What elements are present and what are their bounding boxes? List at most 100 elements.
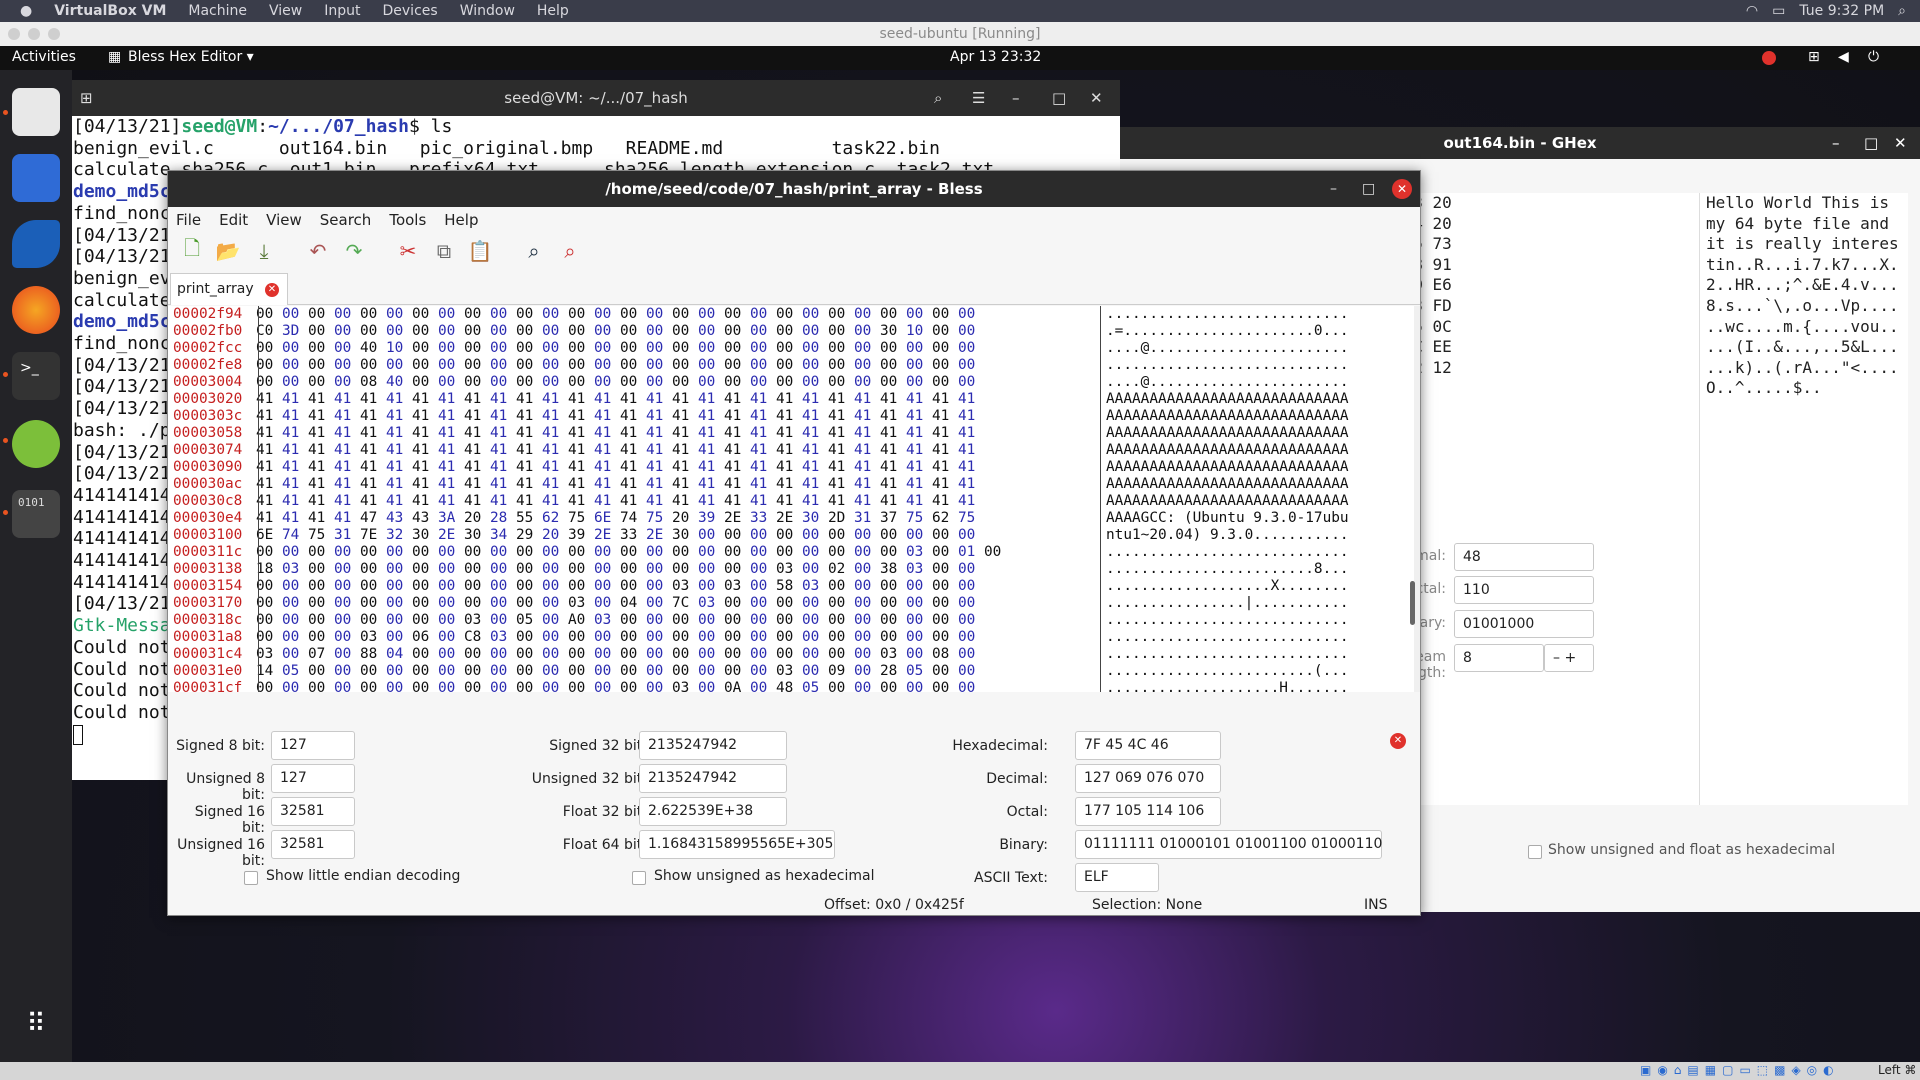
screenshot-icon[interactable]	[12, 154, 60, 202]
row-ascii[interactable]: AAAAAAAAAAAAAAAAAAAAAAAAAAAA	[1106, 442, 1349, 459]
bless-scrollbar[interactable]	[1414, 306, 1420, 692]
ghex-close-icon[interactable]: ✕	[1894, 127, 1907, 159]
row-ascii[interactable]: ........................(...	[1106, 663, 1349, 680]
row-ascii[interactable]: AAAAAAAAAAAAAAAAAAAAAAAAAAAA	[1106, 476, 1349, 493]
find-replace-icon[interactable]: ⌕	[556, 237, 584, 265]
volume-icon[interactable]: ◀	[1838, 49, 1849, 65]
row-ascii[interactable]: ............................	[1106, 629, 1349, 646]
row-ascii[interactable]: AAAAGCC: (Ubuntu 9.3.0-17ubu	[1106, 510, 1349, 527]
close-icon[interactable]: ✕	[1090, 80, 1103, 116]
close-traffic-light[interactable]	[8, 28, 20, 40]
ghex-ascii-view[interactable]: Hello World This is my 64 byte file and it…	[1699, 193, 1908, 805]
alert-icon[interactable]	[1762, 51, 1776, 65]
ghex-right-value[interactable]: 01001000	[1454, 610, 1594, 638]
ghex-ascii-line[interactable]: ..wc....m.{....vou..	[1706, 317, 1908, 338]
ghex-ascii-line[interactable]: ...(I..&...,..5&L...	[1706, 337, 1908, 358]
menu-help[interactable]: Help	[537, 3, 569, 19]
minimize-traffic-light[interactable]	[28, 28, 40, 40]
ghex-ascii-line[interactable]: ...k)..(.rA..."<....	[1706, 358, 1908, 379]
row-hex-bytes[interactable]: 00 00 00 00 00 00 00 00 00 00 00 00 00 0…	[256, 357, 975, 374]
row-hex-bytes[interactable]: 41 41 41 41 41 41 41 41 41 41 41 41 41 4…	[256, 391, 975, 408]
ghex-ascii-line[interactable]: my 64 byte file and	[1706, 214, 1908, 235]
menu-devices[interactable]: Devices	[383, 3, 438, 19]
row-ascii[interactable]: AAAAAAAAAAAAAAAAAAAAAAAAAAAA	[1106, 425, 1349, 442]
save-file-icon[interactable]: ⤓	[250, 237, 278, 265]
decimal-field[interactable]: 127 069 076 070	[1075, 764, 1221, 793]
row-ascii[interactable]: ....@.......................	[1106, 374, 1349, 391]
wifi-icon[interactable]: ◠	[1746, 3, 1758, 19]
ghex-maximize-icon[interactable]: □	[1864, 127, 1878, 159]
unsigned-16-field[interactable]: 32581	[271, 830, 355, 859]
menu-view[interactable]: View	[269, 3, 302, 19]
bless-scrollbar-thumb[interactable]	[1410, 581, 1415, 625]
files-icon[interactable]	[12, 88, 60, 136]
row-hex-bytes[interactable]: 14 05 00 00 00 00 00 00 00 00 00 00 00 0…	[256, 663, 975, 680]
ghex-right-value[interactable]: 110	[1454, 576, 1594, 604]
bless-minimize-icon[interactable]: –	[1330, 171, 1337, 207]
row-ascii[interactable]: ................|...........	[1106, 595, 1349, 612]
battery-icon[interactable]: ▭	[1772, 3, 1785, 19]
ghex-minimize-icon[interactable]: –	[1832, 127, 1840, 159]
row-hex-bytes[interactable]: 00 00 00 00 00 00 00 00 03 00 05 00 A0 0…	[256, 612, 975, 629]
app-name[interactable]: VirtualBox VM	[54, 3, 166, 19]
menu-file[interactable]: File	[176, 211, 201, 229]
zoom-traffic-light[interactable]	[48, 28, 60, 40]
firefox-icon[interactable]	[12, 286, 60, 334]
little-endian-checkbox[interactable]	[244, 871, 258, 885]
row-ascii[interactable]: ....................H.......	[1106, 680, 1349, 692]
row-ascii[interactable]: ............................	[1106, 646, 1349, 663]
paste-icon[interactable]: 📋	[466, 237, 494, 265]
ghex-hex-checkbox[interactable]	[1528, 845, 1542, 859]
bless-close-icon[interactable]: ✕	[1392, 179, 1412, 199]
terminal-icon[interactable]: >_	[12, 352, 60, 400]
ghex-ascii-line[interactable]: Hello World This is	[1706, 193, 1908, 214]
ghex-right-value[interactable]: 48	[1454, 543, 1594, 571]
spotlight-icon[interactable]: ⌕	[1898, 3, 1906, 19]
open-file-icon[interactable]: 📂	[214, 237, 242, 265]
row-hex-bytes[interactable]: 41 41 41 41 47 43 43 3A 20 28 55 62 75 6…	[256, 510, 975, 527]
gnome-icon[interactable]	[12, 420, 60, 468]
row-hex-bytes[interactable]: 00 00 00 00 00 00 00 00 00 00 00 00 00 0…	[256, 306, 975, 323]
menu-window[interactable]: Window	[460, 3, 515, 19]
close-panel-icon[interactable]: ✕	[1390, 733, 1406, 749]
ghex-ascii-line[interactable]: tin..R...i.7.k7...X.	[1706, 255, 1908, 276]
hexadecimal-field[interactable]: 7F 45 4C 46	[1075, 731, 1221, 760]
row-ascii[interactable]: AAAAAAAAAAAAAAAAAAAAAAAAAAAA	[1106, 493, 1349, 510]
copy-icon[interactable]: ⧉	[430, 237, 458, 265]
hex-editor-icon[interactable]: 0101	[12, 490, 60, 538]
row-hex-bytes[interactable]: 41 41 41 41 41 41 41 41 41 41 41 41 41 4…	[256, 408, 975, 425]
menu-input[interactable]: Input	[324, 3, 360, 19]
row-hex-bytes[interactable]: 41 41 41 41 41 41 41 41 41 41 41 41 41 4…	[256, 493, 975, 510]
apple-icon[interactable]: ●	[20, 3, 32, 19]
row-hex-bytes[interactable]: 00 00 00 00 08 40 00 00 00 00 00 00 00 0…	[256, 374, 975, 391]
binary-field[interactable]: 01111111 01000101 01001100 01000110	[1075, 830, 1382, 859]
cut-icon[interactable]: ✂	[394, 237, 422, 265]
row-ascii[interactable]: ............................	[1106, 612, 1349, 629]
menu-view[interactable]: View	[266, 211, 302, 229]
stream-length-stepper[interactable]: – +	[1544, 644, 1594, 672]
row-hex-bytes[interactable]: 00 00 00 00 00 00 00 00 00 00 00 00 00 0…	[256, 578, 975, 595]
float-32-field[interactable]: 2.622539E+38	[639, 797, 787, 826]
wireshark-icon[interactable]	[12, 220, 60, 268]
row-ascii[interactable]: ............................	[1106, 306, 1349, 323]
search-icon[interactable]: ⌕	[934, 80, 942, 116]
row-hex-bytes[interactable]: 41 41 41 41 41 41 41 41 41 41 41 41 41 4…	[256, 459, 975, 476]
mac-clock[interactable]: Tue 9:32 PM	[1799, 3, 1884, 19]
row-hex-bytes[interactable]: C0 3D 00 00 00 00 00 00 00 00 00 00 00 0…	[256, 323, 975, 340]
row-ascii[interactable]: .=......................0...	[1106, 323, 1349, 340]
menu-icon[interactable]: ☰	[972, 80, 985, 116]
float-64-field[interactable]: 1.16843158995565E+305	[639, 830, 835, 859]
menu-help[interactable]: Help	[444, 211, 478, 229]
row-hex-bytes[interactable]: 41 41 41 41 41 41 41 41 41 41 41 41 41 4…	[256, 425, 975, 442]
gnome-clock[interactable]: Apr 13 23:32	[950, 49, 1041, 65]
octal-field[interactable]: 177 105 114 106	[1075, 797, 1221, 826]
row-hex-bytes[interactable]: 00 00 00 00 00 00 00 00 00 00 00 00 00 0…	[256, 680, 975, 692]
row-hex-bytes[interactable]: 00 00 00 00 40 10 00 00 00 00 00 00 00 0…	[256, 340, 975, 357]
menu-edit[interactable]: Edit	[219, 211, 248, 229]
menu-search[interactable]: Search	[320, 211, 372, 229]
row-ascii[interactable]: ntu1~20.04) 9.3.0...........	[1106, 527, 1349, 544]
maximize-icon[interactable]: □	[1052, 80, 1066, 116]
row-ascii[interactable]: ............................	[1106, 357, 1349, 374]
signed-16-field[interactable]: 32581	[271, 797, 355, 826]
row-ascii[interactable]: AAAAAAAAAAAAAAAAAAAAAAAAAAAA	[1106, 408, 1349, 425]
